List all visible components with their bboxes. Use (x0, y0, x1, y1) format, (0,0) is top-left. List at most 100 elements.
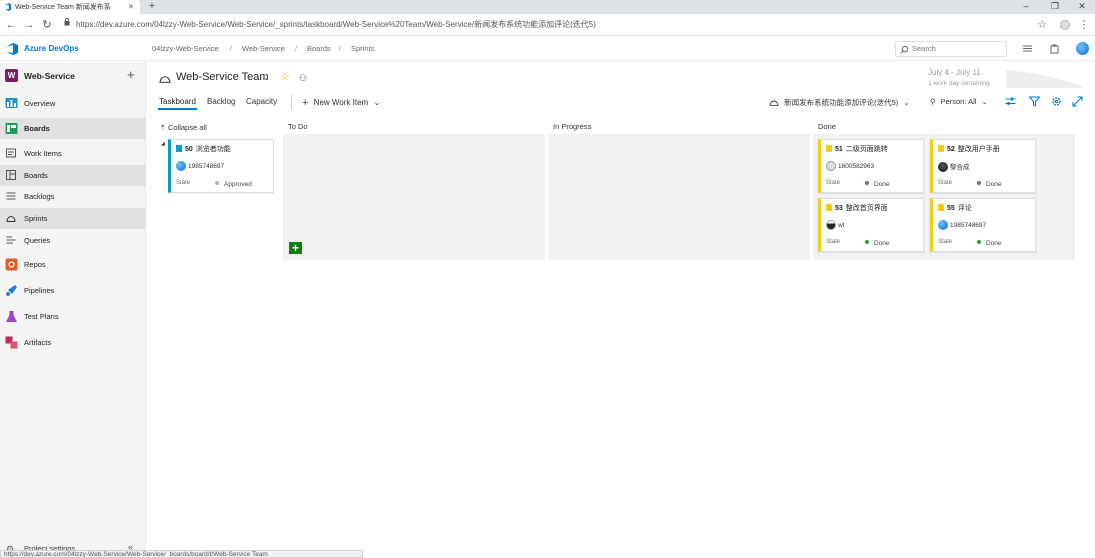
project-header[interactable]: W Web-Service + (0, 64, 146, 88)
forward-icon[interactable]: → (22, 18, 36, 32)
minimize-icon[interactable]: – (1012, 0, 1040, 14)
new-work-item-button[interactable]: + New Work Item ⌄ (302, 97, 380, 109)
settings-sliders-icon[interactable] (1005, 96, 1016, 107)
card-title-text: 整改首页界面 (845, 205, 888, 212)
browser-menu-icon[interactable]: ⋮ (1077, 18, 1091, 32)
bookmark-star-icon[interactable]: ☆ (1035, 18, 1049, 32)
task-card[interactable]: 52 整改用户手册 黎合成 State Done (930, 139, 1036, 193)
card-title[interactable]: 55 评论 (938, 203, 972, 213)
filter-icon[interactable] (1029, 96, 1040, 107)
queries-icon (6, 235, 16, 245)
state-text: Done (874, 181, 890, 188)
state-value[interactable]: Done (865, 181, 890, 188)
chevron-down-icon[interactable]: ⌄ (263, 73, 270, 82)
card-title[interactable]: 53 整改首页界面 (826, 203, 888, 213)
iteration-picker[interactable]: 新闻发布系统功能添加评论(迭代5) ⌄ (769, 97, 910, 108)
parent-work-item-card[interactable]: 50 浏览者功能 1985748697 State Approved (168, 139, 274, 193)
project-icon: W (5, 69, 18, 82)
back-icon[interactable]: ← (4, 18, 18, 32)
state-value[interactable]: Done (865, 240, 890, 247)
close-window-icon[interactable]: ✕ (1068, 0, 1095, 14)
sidebar-item-test-plans[interactable]: Test Plans (0, 306, 146, 327)
favorite-star-icon[interactable]: ☆ (280, 70, 290, 83)
card-assignee[interactable]: 1985748697 (176, 161, 224, 171)
reload-icon[interactable]: ↻ (40, 18, 54, 32)
burndown-sparkline[interactable] (1006, 66, 1082, 88)
sidebar-item-label: Boards (24, 124, 50, 133)
tab-taskboard[interactable]: Taskboard (159, 97, 196, 106)
collapse-all-button[interactable]: ⇡ Collapse all (160, 123, 207, 132)
toolbar-divider (291, 95, 292, 109)
search-input[interactable] (912, 44, 1002, 53)
sidebar-item-work-items[interactable]: Work Items (0, 143, 146, 164)
sidebar-item-boards[interactable]: Boards (0, 118, 146, 139)
card-id: 55 (947, 205, 955, 212)
search-box[interactable] (895, 41, 1007, 57)
column-header-in-progress: In Progress (553, 122, 592, 131)
close-tab-icon[interactable]: ✕ (128, 3, 134, 11)
sidebar-item-label: Work Items (24, 149, 62, 158)
url-field[interactable]: https://dev.azure.com/04lzzy-Web-Service… (60, 18, 1050, 32)
card-id: 52 (947, 146, 955, 153)
sprints-icon (6, 213, 16, 223)
card-id: 51 (835, 146, 843, 153)
card-title[interactable]: 51 二级页面跳转 (826, 144, 888, 154)
sidebar-item-backlogs[interactable]: Backlogs (0, 186, 146, 207)
repos-icon (5, 258, 18, 271)
breadcrumb-boards[interactable]: Boards (307, 44, 331, 53)
shopping-bag-icon[interactable] (1049, 43, 1061, 55)
task-card[interactable]: 53 整改首页界面 wt State Done (818, 198, 924, 252)
state-value[interactable]: Approved (215, 181, 252, 188)
sidebar-item-pipelines[interactable]: Pipelines (0, 280, 146, 301)
expand-fullscreen-icon[interactable] (1072, 96, 1083, 107)
gear-icon[interactable] (1051, 96, 1062, 107)
tab-backlog[interactable]: Backlog (207, 97, 235, 106)
add-task-button[interactable]: + (289, 242, 302, 254)
card-assignee[interactable]: 1985748697 (938, 220, 986, 230)
team-name[interactable]: Web-Service Team (176, 71, 269, 83)
row-collapse-icon[interactable]: ◢ (161, 141, 165, 147)
card-title[interactable]: 50 浏览者功能 (176, 144, 231, 154)
sidebar-item-overview[interactable]: Overview (0, 93, 146, 114)
card-assignee[interactable]: 黎合成 (938, 161, 970, 172)
card-assignee[interactable]: wt (826, 220, 845, 230)
assignee-name: 1985748697 (950, 222, 987, 229)
task-card[interactable]: 55 评论 1985748697 State Done (930, 198, 1036, 252)
person-filter-label: Person: All (940, 97, 977, 106)
restore-icon[interactable]: ❐ (1041, 0, 1069, 14)
sidebar-item-label: Queries (24, 236, 51, 245)
add-icon[interactable]: + (127, 67, 135, 82)
sidebar-item-board[interactable]: Boards (0, 165, 146, 186)
state-text: Done (986, 240, 1002, 247)
team-members-icon[interactable]: ⚇ (299, 73, 307, 84)
list-icon[interactable] (1022, 43, 1034, 55)
profile-icon[interactable] (1058, 18, 1072, 32)
project-name[interactable]: Web-Service (24, 71, 75, 81)
azure-devops-logo-icon[interactable] (5, 43, 19, 55)
breadcrumb-sprints[interactable]: Sprints (351, 44, 374, 53)
column-header-todo: To Do (288, 122, 308, 131)
state-label: State (938, 239, 953, 245)
state-value[interactable]: Done (977, 181, 1002, 188)
task-card[interactable]: 51 二级页面跳转 1600582963 State Done (818, 139, 924, 193)
card-title[interactable]: 52 整改用户手册 (938, 144, 1000, 154)
card-assignee[interactable]: 1600582963 (826, 161, 874, 171)
breadcrumb-project[interactable]: Web-Service (242, 44, 285, 53)
task-icon (826, 145, 832, 152)
sidebar-item-repos[interactable]: Repos (0, 254, 146, 275)
new-tab-button[interactable]: + (146, 0, 158, 14)
breadcrumb-org[interactable]: 04lzzy-Web-Service (152, 44, 219, 53)
state-text: Done (874, 240, 890, 247)
person-filter[interactable]: ⚲ Person: All ⌄ (930, 97, 988, 106)
sidebar-item-sprints[interactable]: Sprints (0, 208, 146, 229)
assignee-name: 1600582963 (838, 163, 875, 170)
tab-capacity[interactable]: Capacity (246, 97, 277, 106)
sidebar-item-artifacts[interactable]: Artifacts (0, 332, 146, 353)
state-value[interactable]: Done (977, 240, 1002, 247)
product-name[interactable]: Azure DevOps (24, 44, 79, 53)
user-avatar[interactable] (1076, 42, 1089, 55)
sprint-dates: July 4 - July 11 (928, 68, 981, 77)
test-plans-icon (5, 310, 18, 323)
browser-tab[interactable]: Web-Service Team 新闻发布系 ✕ (0, 0, 140, 14)
sidebar-item-queries[interactable]: Queries (0, 230, 146, 251)
